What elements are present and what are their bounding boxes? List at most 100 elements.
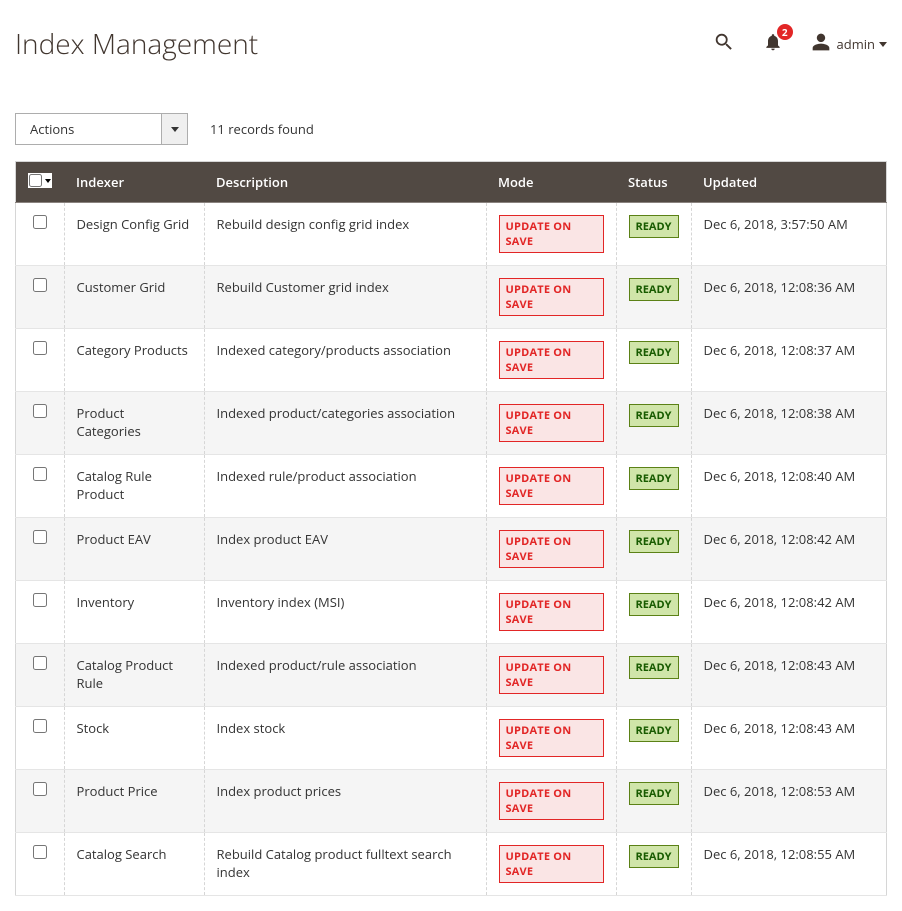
cell-mode: UPDATE ON SAVE — [486, 707, 616, 770]
cell-description: Indexed product/rule association — [204, 644, 486, 707]
cell-mode: UPDATE ON SAVE — [486, 392, 616, 455]
mode-badge: UPDATE ON SAVE — [499, 215, 604, 253]
cell-status: READY — [616, 203, 691, 266]
cell-indexer: Product EAV — [64, 518, 204, 581]
row-checkbox[interactable] — [33, 467, 47, 481]
row-checkbox[interactable] — [33, 404, 47, 418]
chevron-down-icon — [879, 42, 887, 47]
cell-status: READY — [616, 329, 691, 392]
cell-status: READY — [616, 644, 691, 707]
row-checkbox[interactable] — [33, 593, 47, 607]
cell-indexer: Product Categories — [64, 392, 204, 455]
mode-badge: UPDATE ON SAVE — [499, 782, 604, 820]
cell-mode: UPDATE ON SAVE — [486, 518, 616, 581]
row-checkbox[interactable] — [33, 656, 47, 670]
column-header-select[interactable] — [16, 162, 65, 203]
cell-status: READY — [616, 392, 691, 455]
cell-mode: UPDATE ON SAVE — [486, 329, 616, 392]
cell-mode: UPDATE ON SAVE — [486, 770, 616, 833]
admin-menu[interactable]: admin — [811, 32, 887, 56]
status-badge: READY — [629, 215, 679, 238]
cell-status: READY — [616, 581, 691, 644]
row-checkbox[interactable] — [33, 341, 47, 355]
cell-description: Rebuild design config grid index — [204, 203, 486, 266]
cell-updated: Dec 6, 2018, 12:08:55 AM — [691, 833, 886, 896]
column-header-mode[interactable]: Mode — [486, 162, 616, 203]
cell-indexer: Catalog Rule Product — [64, 455, 204, 518]
select-all-checkbox[interactable] — [29, 174, 42, 187]
user-icon — [811, 32, 831, 56]
row-checkbox[interactable] — [33, 278, 47, 292]
mode-badge: UPDATE ON SAVE — [499, 593, 604, 631]
actions-select[interactable]: Actions — [15, 113, 188, 145]
row-checkbox[interactable] — [33, 845, 47, 859]
cell-mode: UPDATE ON SAVE — [486, 581, 616, 644]
status-badge: READY — [629, 782, 679, 805]
mode-badge: UPDATE ON SAVE — [499, 845, 604, 883]
cell-mode: UPDATE ON SAVE — [486, 455, 616, 518]
notification-bell[interactable]: 2 — [763, 32, 783, 56]
cell-status: READY — [616, 518, 691, 581]
cell-mode: UPDATE ON SAVE — [486, 833, 616, 896]
cell-indexer: Stock — [64, 707, 204, 770]
row-checkbox[interactable] — [33, 719, 47, 733]
table-row: Product EAVIndex product EAVUPDATE ON SA… — [16, 518, 887, 581]
column-header-updated[interactable]: Updated — [691, 162, 886, 203]
actions-label: Actions — [16, 114, 161, 144]
cell-description: Index stock — [204, 707, 486, 770]
table-row: InventoryInventory index (MSI) UPDATE ON … — [16, 581, 887, 644]
cell-status: READY — [616, 770, 691, 833]
row-checkbox[interactable] — [33, 782, 47, 796]
status-badge: READY — [629, 341, 679, 364]
cell-updated: Dec 6, 2018, 3:57:50 AM — [691, 203, 886, 266]
status-badge: READY — [629, 845, 679, 868]
cell-status: READY — [616, 707, 691, 770]
cell-description: Indexed product/categories association — [204, 392, 486, 455]
column-header-description[interactable]: Description — [204, 162, 486, 203]
status-badge: READY — [629, 467, 679, 490]
cell-description: Indexed category/products association — [204, 329, 486, 392]
row-checkbox[interactable] — [33, 215, 47, 229]
cell-description: Inventory index (MSI) — [204, 581, 486, 644]
status-badge: READY — [629, 530, 679, 553]
cell-description: Rebuild Customer grid index — [204, 266, 486, 329]
column-header-status[interactable]: Status — [616, 162, 691, 203]
table-row: Catalog Product RuleIndexed product/rule… — [16, 644, 887, 707]
cell-indexer: Product Price — [64, 770, 204, 833]
cell-mode: UPDATE ON SAVE — [486, 644, 616, 707]
search-icon[interactable] — [713, 31, 735, 57]
admin-name: admin — [837, 35, 875, 53]
index-grid: Indexer Description Mode Status Updated … — [15, 161, 887, 896]
table-row: Product CategoriesIndexed product/catego… — [16, 392, 887, 455]
table-row: Design Config GridRebuild design config … — [16, 203, 887, 266]
cell-updated: Dec 6, 2018, 12:08:37 AM — [691, 329, 886, 392]
cell-updated: Dec 6, 2018, 12:08:38 AM — [691, 392, 886, 455]
cell-updated: Dec 6, 2018, 12:08:53 AM — [691, 770, 886, 833]
status-badge: READY — [629, 404, 679, 427]
status-badge: READY — [629, 593, 679, 616]
column-header-indexer[interactable]: Indexer — [64, 162, 204, 203]
table-row: Customer GridRebuild Customer grid index… — [16, 266, 887, 329]
page-title: Index Management — [15, 25, 258, 63]
mode-badge: UPDATE ON SAVE — [499, 530, 604, 568]
cell-description: Rebuild Catalog product fulltext search … — [204, 833, 486, 896]
status-badge: READY — [629, 656, 679, 679]
cell-updated: Dec 6, 2018, 12:08:43 AM — [691, 707, 886, 770]
cell-indexer: Inventory — [64, 581, 204, 644]
row-checkbox[interactable] — [33, 530, 47, 544]
cell-updated: Dec 6, 2018, 12:08:43 AM — [691, 644, 886, 707]
mode-badge: UPDATE ON SAVE — [499, 341, 604, 379]
cell-indexer: Design Config Grid — [64, 203, 204, 266]
notification-badge: 2 — [777, 24, 793, 40]
mode-badge: UPDATE ON SAVE — [499, 467, 604, 505]
table-row: Catalog Rule ProductIndexed rule/product… — [16, 455, 887, 518]
cell-updated: Dec 6, 2018, 12:08:42 AM — [691, 581, 886, 644]
cell-description: Indexed rule/product association — [204, 455, 486, 518]
status-badge: READY — [629, 278, 679, 301]
mode-badge: UPDATE ON SAVE — [499, 404, 604, 442]
cell-mode: UPDATE ON SAVE — [486, 266, 616, 329]
cell-status: READY — [616, 455, 691, 518]
status-badge: READY — [629, 719, 679, 742]
actions-dropdown-toggle[interactable] — [161, 114, 187, 144]
chevron-down-icon — [45, 179, 51, 183]
